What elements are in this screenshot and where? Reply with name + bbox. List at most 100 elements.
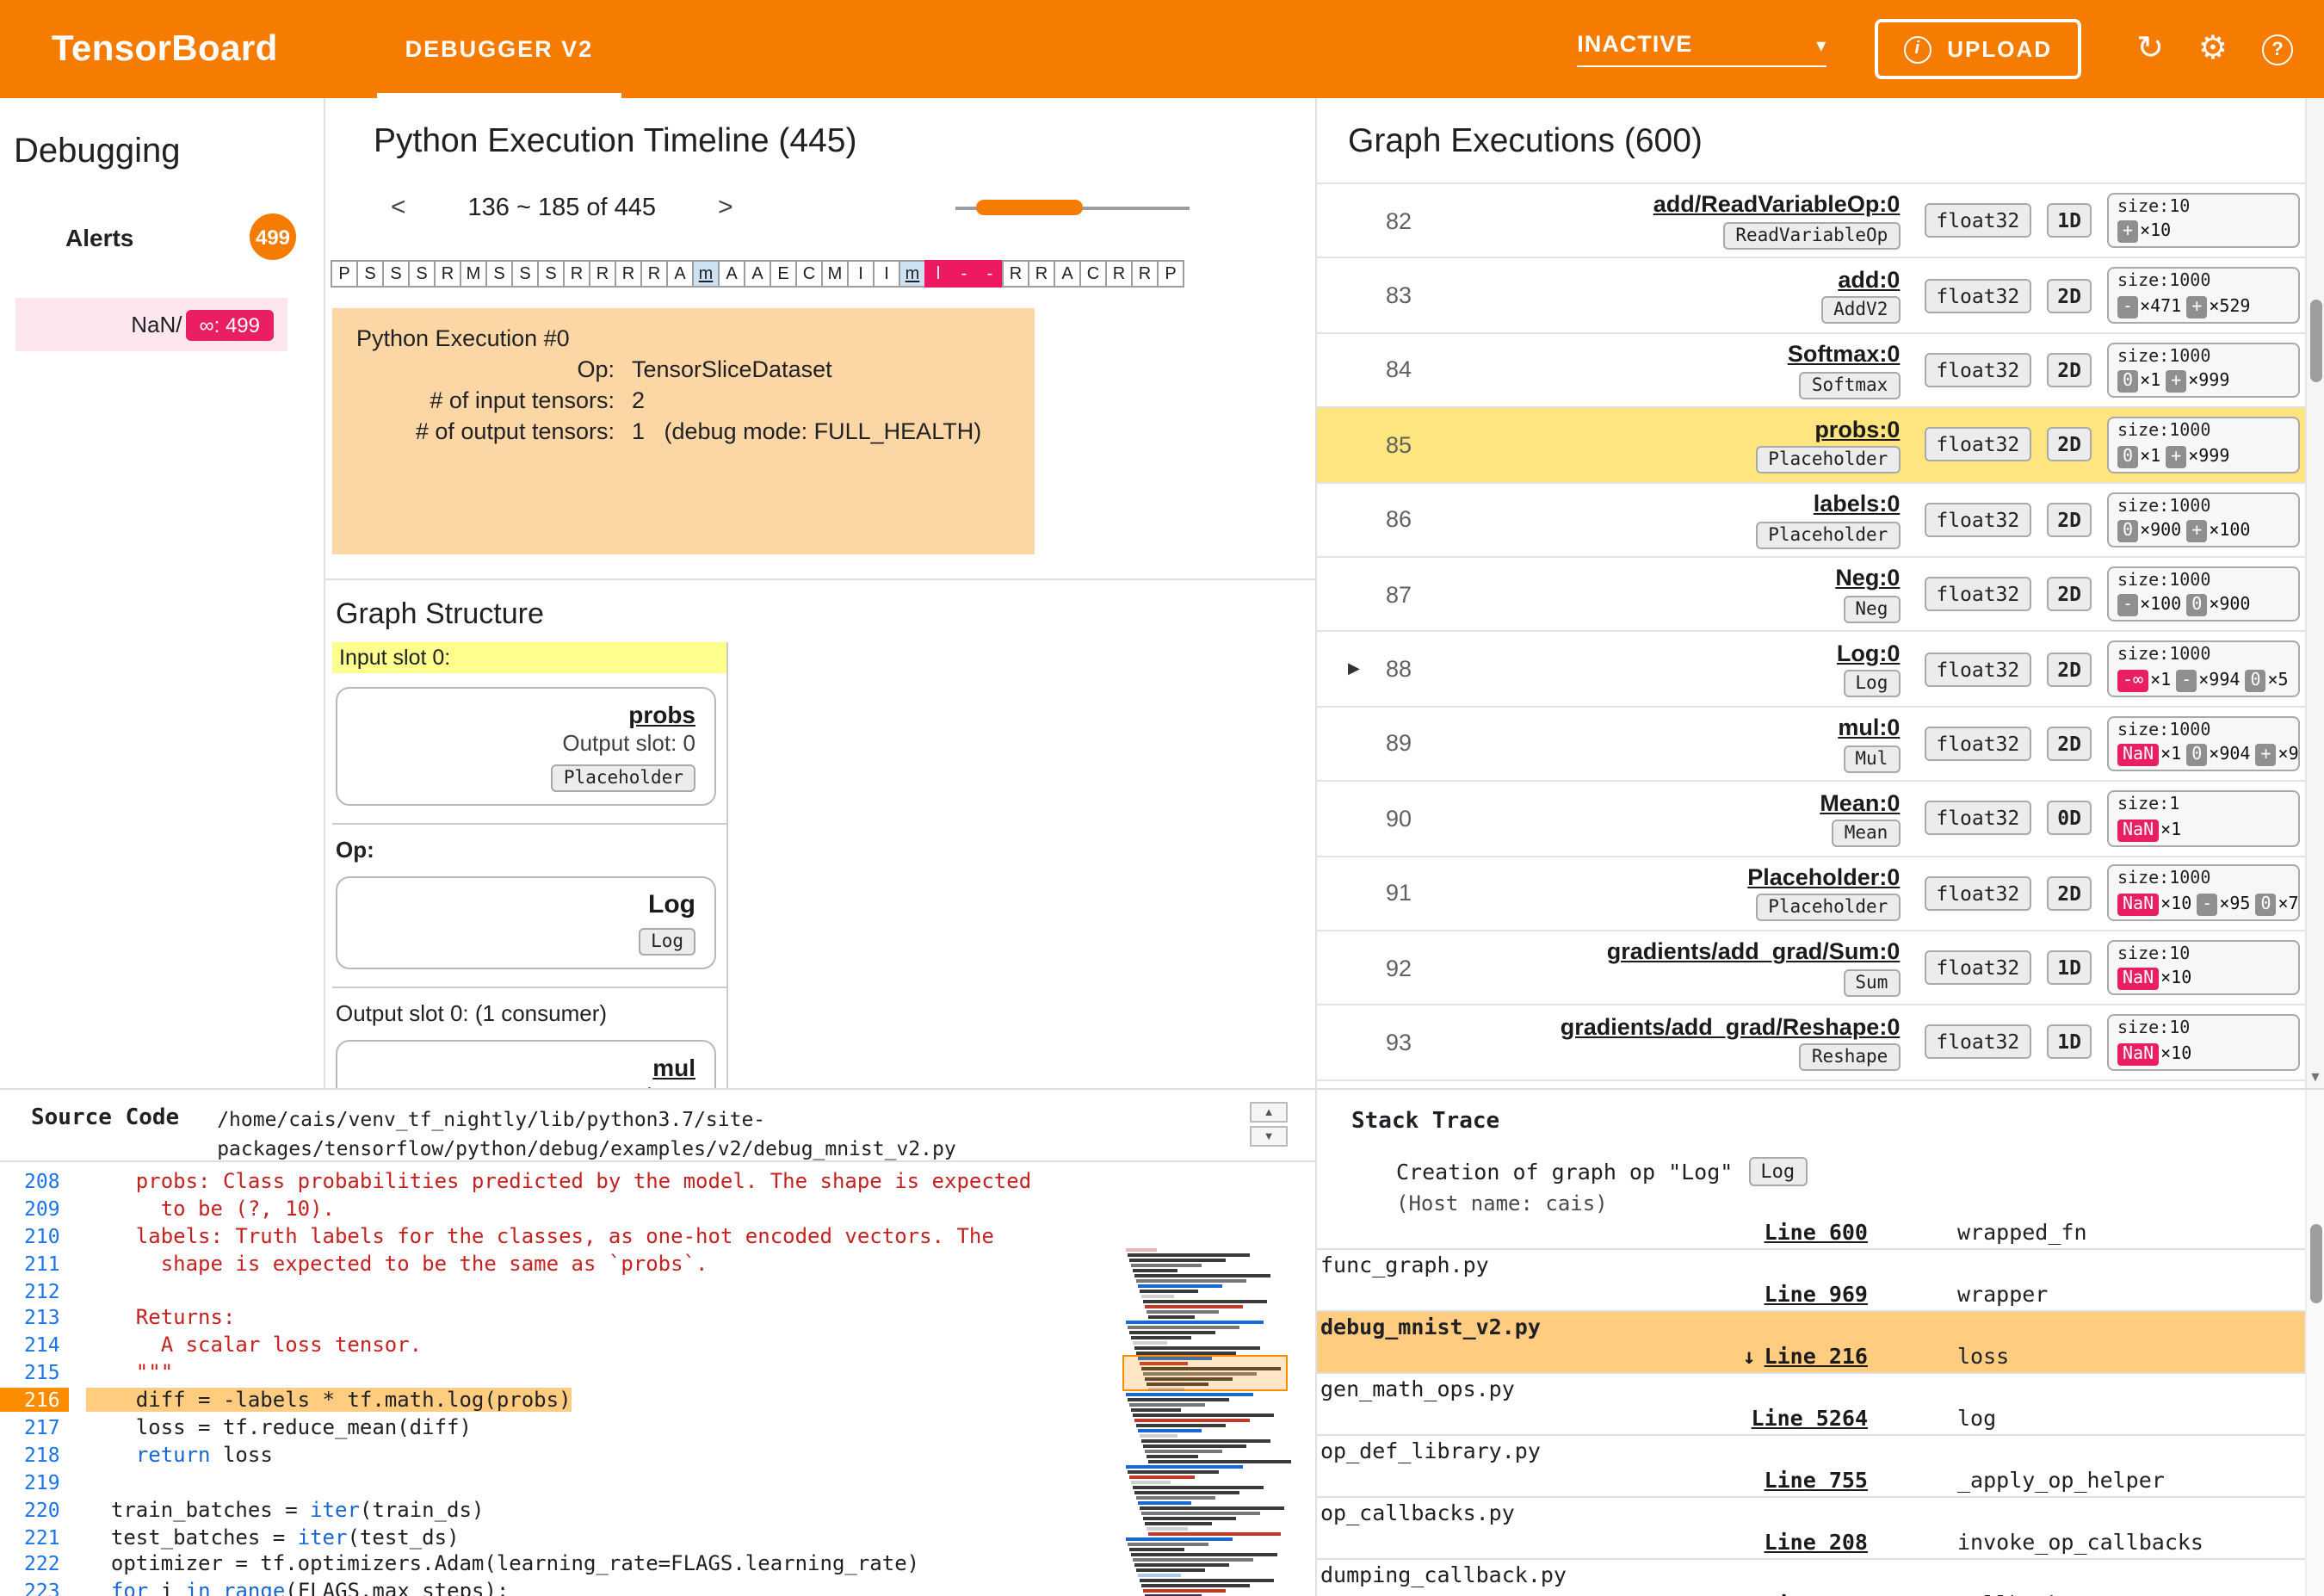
timeline-cell[interactable]: - — [976, 260, 1004, 288]
timeline-cell[interactable]: R — [434, 260, 461, 288]
timeline-cell[interactable]: P — [1157, 260, 1184, 288]
timeline-cell[interactable]: A — [744, 260, 771, 288]
timeline-cell[interactable]: S — [485, 260, 513, 288]
frame-line-link[interactable]: Line 5264 — [1317, 1404, 1868, 1430]
timeline-cell[interactable]: S — [408, 260, 436, 288]
graph-execution-row[interactable]: ▶ 88 Log:0 Log float32 2D size:1000 -∞ ×1- ×994 0 ×… — [1317, 633, 2324, 708]
next-page-button[interactable]: > — [701, 193, 751, 222]
code-line[interactable]: 217 loss = tf.reduce_mean(diff) — [0, 1414, 1315, 1441]
stack-frame[interactable]: debug_mnist_v2.py ↓ Line 216 loss — [1317, 1312, 2324, 1374]
graph-executions-scrollbar[interactable]: ▼ — [2305, 98, 2324, 1088]
frame-line-link[interactable]: ↓ Line 216 — [1317, 1342, 1869, 1368]
timeline-cell[interactable]: I — [873, 260, 900, 288]
timeline-cell[interactable]: m — [692, 260, 720, 288]
code-line[interactable]: 214 A scalar loss tensor. — [0, 1332, 1315, 1359]
stack-frame[interactable]: op_def_library.py Line 755 _apply_op_helpe… — [1317, 1436, 2324, 1498]
graph-execution-row[interactable]: 82 add/ReadVariableOp:0 ReadVariableOp floa… — [1317, 184, 2324, 259]
timeline-cell[interactable]: S — [537, 260, 565, 288]
timeline-cell[interactable]: l — [924, 260, 952, 288]
scrollbar-thumb[interactable] — [2310, 300, 2322, 382]
nan-inf-alert-row[interactable]: NaN/ ∞: 499 — [15, 298, 287, 351]
code-line[interactable]: 219 — [0, 1469, 1315, 1496]
frame-line-link[interactable]: Line 969 — [1317, 1280, 1868, 1306]
graph-execution-row[interactable]: 86 labels:0 Placeholder float32 2D size:1000 0… — [1317, 483, 2324, 558]
tensor-name-link[interactable]: Softmax:0 — [1444, 341, 1901, 368]
help-icon[interactable]: ? — [2262, 34, 2293, 65]
code-line[interactable]: 209 to be (?, 10). — [0, 1195, 1315, 1222]
timeline-cell[interactable]: - — [950, 260, 978, 288]
tensor-name-link[interactable]: Log:0 — [1444, 640, 1901, 667]
tensor-name-link[interactable]: add/ReadVariableOp:0 — [1444, 192, 1901, 219]
timeline-cell[interactable]: R — [589, 260, 616, 288]
timeline-cell[interactable]: P — [331, 260, 358, 288]
timeline-cell[interactable]: R — [563, 260, 590, 288]
tensor-name-link[interactable]: Neg:0 — [1444, 566, 1900, 592]
timeline-cell[interactable]: A — [1054, 260, 1081, 288]
timeline-cell[interactable]: S — [356, 260, 384, 288]
code-line[interactable]: 213 Returns: — [0, 1304, 1315, 1332]
file-down-button[interactable]: ▼ — [1250, 1126, 1288, 1147]
timeline-cell[interactable]: R — [1028, 260, 1055, 288]
tensor-name-link[interactable]: gradients/add_grad/Reshape:0 — [1444, 1013, 1901, 1040]
slider-thumb[interactable] — [976, 199, 1083, 214]
timeline-cell[interactable]: S — [511, 260, 539, 288]
graph-execution-row[interactable]: 85 probs:0 Placeholder float32 2D size:1000 0 ×… — [1317, 408, 2324, 484]
code-line[interactable]: 215 """ — [0, 1358, 1315, 1386]
graph-execution-row[interactable]: 92 gradients/add_grad/Sum:0 Sum float32 1D si… — [1317, 931, 2324, 1006]
timeline-cell[interactable]: S — [382, 260, 410, 288]
tab-debugger-v2[interactable]: DEBUGGER V2 — [377, 0, 621, 98]
timeline-cell[interactable]: C — [795, 260, 823, 288]
code-line[interactable]: 208 probs: Class probabilities predicted… — [0, 1167, 1315, 1195]
code-line[interactable]: 223 for i in range(FLAGS.max_steps): — [0, 1578, 1315, 1596]
graph-execution-row[interactable]: 91 Placeholder:0 Placeholder float32 2D size:… — [1317, 857, 2324, 931]
tensor-name-link[interactable]: labels:0 — [1444, 491, 1901, 517]
code-line[interactable]: 211 shape is expected to be the same as … — [0, 1249, 1315, 1277]
file-up-button[interactable]: ▲ — [1250, 1102, 1288, 1123]
stack-frame[interactable]: Line 600 wrapped_fn — [1317, 1216, 2324, 1250]
graph-execution-row[interactable]: 90 Mean:0 Mean float32 0D size:1 NaN ×1 — [1317, 782, 2324, 857]
output-node-card[interactable]: mul Input slot: 1 Mul — [336, 1040, 716, 1088]
stack-frame[interactable]: dumping_callback.py Line 577 callback — [1317, 1560, 2324, 1596]
timeline-cell[interactable]: C — [1079, 260, 1107, 288]
tensor-name-link[interactable]: mul:0 — [1444, 714, 1900, 741]
timeline-cell[interactable]: E — [770, 260, 797, 288]
frame-line-link[interactable]: Line 577 — [1317, 1590, 1868, 1596]
timeline-cell[interactable]: R — [1131, 260, 1159, 288]
timeline-cell[interactable]: M — [821, 260, 849, 288]
refresh-icon[interactable]: ↻ — [2136, 29, 2164, 69]
timeline-slider[interactable] — [955, 197, 1190, 218]
tensor-name-link[interactable]: Placeholder:0 — [1444, 864, 1900, 891]
gear-icon[interactable]: ⚙ — [2198, 29, 2228, 69]
timeline-cell[interactable]: A — [718, 260, 745, 288]
stack-frame[interactable]: op_callbacks.py Line 208 invoke_op_callbac… — [1317, 1498, 2324, 1560]
tensor-name-link[interactable]: gradients/add_grad/Sum:0 — [1444, 939, 1901, 966]
code-line[interactable]: 221 test_batches = iter(test_ds) — [0, 1523, 1315, 1550]
frame-line-link[interactable]: Line 208 — [1317, 1528, 1868, 1554]
code-line[interactable]: 210 labels: Truth labels for the classes… — [0, 1222, 1315, 1250]
tensor-name-link[interactable]: add:0 — [1444, 267, 1900, 294]
alerts-row[interactable]: Alerts 499 — [0, 213, 324, 260]
timeline-cell[interactable]: I — [847, 260, 875, 288]
code-line[interactable]: 218 return loss — [0, 1441, 1315, 1469]
graph-execution-row[interactable]: 93 gradients/add_grad/Reshape:0 Reshape flo… — [1317, 1006, 2324, 1081]
graph-execution-row[interactable]: d/MatMul/MatMul/ReadVariableOp:0size:500… — [1317, 1080, 2324, 1088]
prev-page-button[interactable]: < — [374, 193, 423, 222]
code-line[interactable]: 212 — [0, 1277, 1315, 1304]
scrollbar-down-arrow[interactable]: ▼ — [2309, 1069, 2322, 1085]
graph-execution-row[interactable]: 83 add:0 AddV2 float32 2D size:1000 - ×471 + ×529 — [1317, 259, 2324, 334]
input-node-link[interactable]: probs — [356, 701, 695, 728]
run-status-select[interactable]: INACTIVE ▾ — [1577, 31, 1827, 67]
timeline-cell[interactable]: R — [615, 260, 642, 288]
timeline-cell[interactable]: m — [899, 260, 926, 288]
frame-line-link[interactable]: Line 600 — [1317, 1218, 1868, 1244]
code-minimap[interactable] — [1122, 1248, 1295, 1596]
timeline-cell[interactable]: R — [1002, 260, 1029, 288]
tensor-name-link[interactable]: probs:0 — [1444, 416, 1900, 442]
scrollbar-thumb[interactable] — [2310, 1224, 2322, 1303]
code-line[interactable]: 220 train_batches = iter(train_ds) — [0, 1495, 1315, 1523]
timeline-cell[interactable]: A — [666, 260, 694, 288]
graph-execution-row[interactable]: 84 Softmax:0 Softmax float32 2D size:1000 0 ×1 +… — [1317, 334, 2324, 409]
timeline-cell[interactable]: R — [640, 260, 668, 288]
graph-execution-row[interactable]: 89 mul:0 Mul float32 2D size:1000 NaN ×1 0 ×904 + ×… — [1317, 707, 2324, 783]
timeline-cell[interactable]: R — [1105, 260, 1133, 288]
